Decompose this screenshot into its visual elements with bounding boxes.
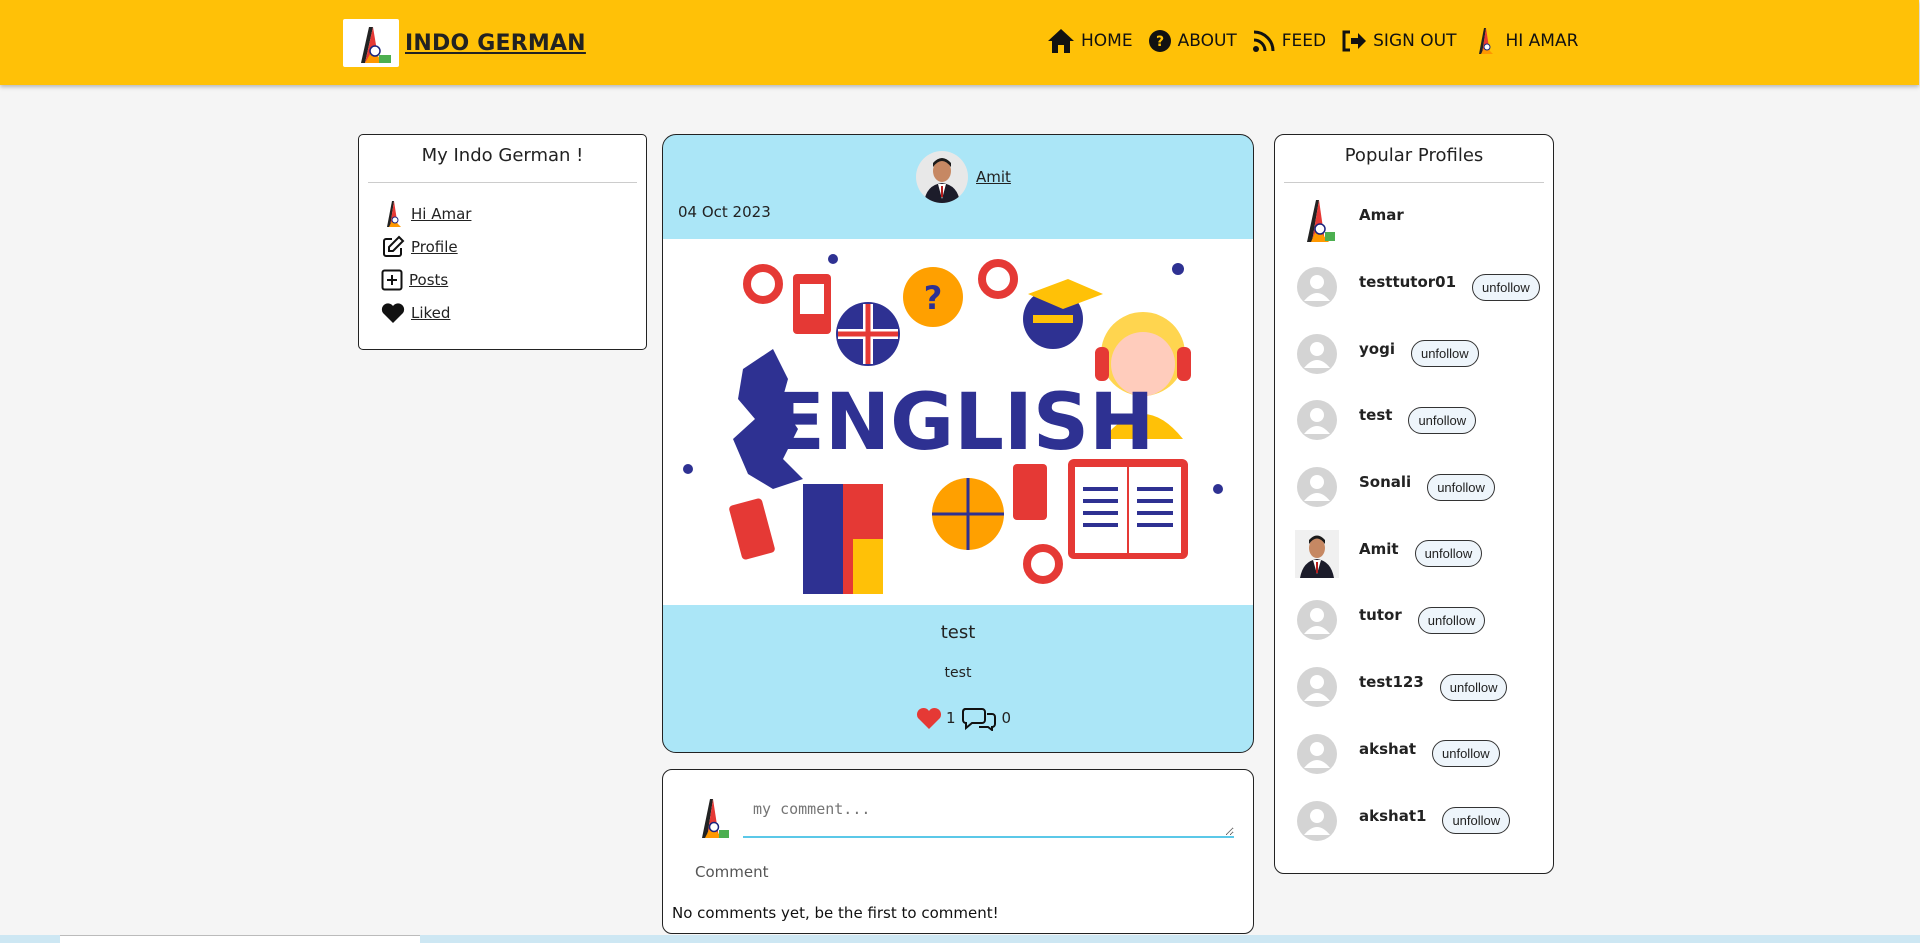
sidebar-item-liked[interactable]: Liked xyxy=(381,296,646,329)
navbar: INDO GERMAN HOME ? ABOUT FEED SIGN OUT H… xyxy=(0,0,1919,85)
profile-name[interactable]: Sonali xyxy=(1359,473,1411,491)
unfollow-button[interactable]: unfollow xyxy=(1472,273,1540,301)
nav-feed-label: FEED xyxy=(1281,31,1327,51)
svg-text:?: ? xyxy=(1156,34,1164,50)
unfollow-button[interactable]: unfollow xyxy=(1417,606,1486,634)
avatar xyxy=(1295,267,1339,308)
nav-sign-out-label: SIGN OUT xyxy=(1373,31,1457,51)
post-author[interactable]: Amit xyxy=(916,151,1011,203)
profile-row[interactable]: test unfollow xyxy=(1275,387,1553,454)
rss-icon xyxy=(1252,30,1275,52)
comment-submit-label[interactable]: Comment xyxy=(695,863,769,881)
profile-row[interactable]: Sonali unfollow xyxy=(1275,454,1553,521)
profile-name[interactable]: yogi xyxy=(1359,340,1395,358)
profile-name[interactable]: test xyxy=(1359,406,1392,424)
unfollow-button[interactable]: unfollow xyxy=(1410,340,1479,368)
comment-input[interactable] xyxy=(743,794,1234,838)
nav-home-label: HOME xyxy=(1081,31,1133,51)
post-author-name[interactable]: Amit xyxy=(976,168,1011,186)
nav-sign-out[interactable]: SIGN OUT xyxy=(1341,29,1456,53)
comment-card: Comment No comments yet, be the first to… xyxy=(662,769,1254,934)
user-flag-icon xyxy=(702,799,729,838)
profile-name[interactable]: test123 xyxy=(1359,673,1424,691)
brand-link[interactable]: INDO GERMAN xyxy=(343,19,586,67)
edit-icon xyxy=(383,235,405,257)
avatar xyxy=(1295,196,1339,244)
flag-logo-icon xyxy=(387,200,401,227)
user-greeting: HI AMAR xyxy=(1505,31,1579,51)
avatar xyxy=(1295,733,1339,774)
avatar xyxy=(1295,600,1339,641)
sidebar-item-hi-amar[interactable]: Hi Amar xyxy=(381,197,646,230)
post-image-text: ENGLISH xyxy=(772,378,1155,468)
comment-count: 0 xyxy=(1001,709,1012,727)
profile-row[interactable]: test123 unfollow xyxy=(1275,654,1553,721)
post-body: test xyxy=(944,665,972,681)
avatar xyxy=(1295,400,1339,441)
bottom-tab[interactable] xyxy=(60,935,420,943)
unfollow-button[interactable]: unfollow xyxy=(1442,807,1511,835)
avatar xyxy=(1295,529,1339,578)
avatar xyxy=(1295,667,1339,708)
profile-name[interactable]: akshat xyxy=(1359,740,1416,758)
profile-row[interactable]: akshat unfollow xyxy=(1275,721,1553,788)
post-title: test xyxy=(940,622,976,643)
post-image: ? ENGLISH xyxy=(663,239,1253,605)
avatar xyxy=(1295,333,1339,374)
profile-name[interactable]: akshat1 xyxy=(1359,807,1426,825)
nav-about[interactable]: ? ABOUT xyxy=(1148,29,1237,53)
no-comments-message: No comments yet, be the first to comment… xyxy=(672,904,999,922)
sidebar-item-label[interactable]: Posts xyxy=(409,271,448,289)
sidebar-item-posts[interactable]: Posts xyxy=(381,263,646,296)
sidebar-item-label[interactable]: Liked xyxy=(411,304,450,322)
plus-square-icon xyxy=(381,269,403,290)
my-indo-german-card: My Indo German ! Hi Amar Profile Posts L… xyxy=(358,134,647,350)
home-icon xyxy=(1048,29,1074,53)
profile-list: Amar testtutor01 unfollow yogi unfollow test u… xyxy=(1275,183,1553,854)
card-title: Popular Profiles xyxy=(1344,145,1484,166)
profile-name[interactable]: tutor xyxy=(1359,606,1402,624)
post-date: 04 Oct 2023 xyxy=(678,203,771,221)
card-title: My Indo German ! xyxy=(421,145,584,166)
profile-row[interactable]: Amar xyxy=(1275,187,1553,254)
profile-name[interactable]: Amit xyxy=(1359,540,1399,558)
nav-about-label: ABOUT xyxy=(1177,31,1237,51)
question-icon: ? xyxy=(1148,30,1171,52)
comments-icon[interactable] xyxy=(961,705,996,731)
like-count: 1 xyxy=(946,709,956,727)
popular-profiles-card: Popular Profiles Amar testtutor01 unfollow… xyxy=(1274,134,1554,874)
profile-row[interactable]: Amit unfollow xyxy=(1275,520,1553,587)
unfollow-button[interactable]: unfollow xyxy=(1439,673,1508,701)
profile-row[interactable]: yogi unfollow xyxy=(1275,320,1553,387)
like-heart-icon[interactable] xyxy=(916,707,942,730)
profile-row[interactable]: akshat1 unfollow xyxy=(1275,787,1553,854)
sidebar-item-profile[interactable]: Profile xyxy=(381,230,646,263)
brand-logo-icon xyxy=(343,19,399,67)
sidebar-item-label[interactable]: Profile xyxy=(411,238,458,256)
profile-row[interactable]: testtutor01 unfollow xyxy=(1275,254,1553,321)
unfollow-button[interactable]: unfollow xyxy=(1408,406,1477,434)
post-stats: 1 0 xyxy=(916,705,1011,731)
nav-home[interactable]: HOME xyxy=(1047,28,1133,54)
nav-feed[interactable]: FEED xyxy=(1252,29,1326,53)
brand-name[interactable]: INDO GERMAN xyxy=(405,31,586,56)
heart-icon xyxy=(381,302,405,323)
profile-name[interactable]: testtutor01 xyxy=(1359,273,1456,291)
sign-out-icon xyxy=(1342,30,1367,52)
nav-user[interactable]: HI AMAR xyxy=(1471,26,1578,56)
unfollow-button[interactable]: unfollow xyxy=(1427,473,1495,501)
svg-text:?: ? xyxy=(924,279,943,317)
unfollow-button[interactable]: unfollow xyxy=(1432,740,1500,768)
profile-name[interactable]: Amar xyxy=(1359,206,1404,224)
post-card: Amit 04 Oct 2023 ? ENGLISH test test 1 0 xyxy=(662,134,1254,753)
user-flag-icon xyxy=(1479,28,1494,54)
profile-row[interactable]: tutor unfollow xyxy=(1275,587,1553,654)
avatar xyxy=(1295,800,1339,841)
sidebar-item-label[interactable]: Hi Amar xyxy=(411,205,471,223)
avatar xyxy=(1295,467,1339,508)
avatar xyxy=(916,151,968,203)
unfollow-button[interactable]: unfollow xyxy=(1414,540,1483,568)
